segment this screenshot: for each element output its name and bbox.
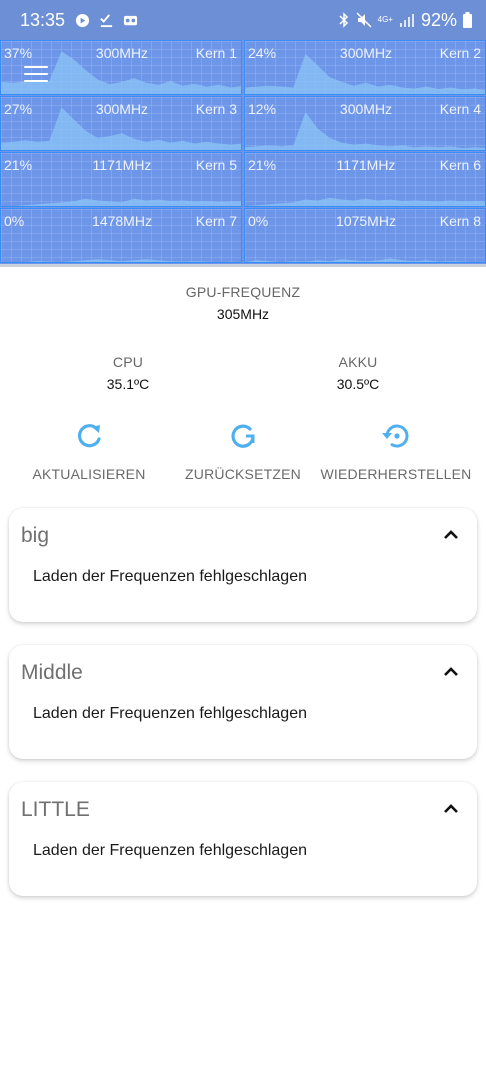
cpu-temperature-label: CPU [112,354,144,370]
refresh-button[interactable]: AKTUALISIEREN [9,420,169,482]
restore-icon [382,424,409,448]
battery-icon [463,12,472,28]
status-time: 13:35 [20,9,66,30]
menu-icon[interactable] [24,66,48,86]
cpu-temperature: CPU 35.1ºC [58,354,198,392]
core-tile-6: 21% 1171MHz Kern 6 [244,152,486,207]
core-usage-area [246,197,485,206]
mute-icon [356,12,372,28]
chevron-up-icon[interactable] [443,802,459,814]
core-tile-3: 27% 300MHz Kern 3 [0,96,242,151]
chevron-up-icon[interactable] [443,528,459,540]
reset-label: ZURÜCKSETZEN [185,466,301,482]
core-usage-area [26,259,241,262]
reset-button[interactable]: ZURÜCKSETZEN [163,420,323,482]
reset-icon [231,424,255,448]
battery-temperature-label: AKKU [338,354,378,370]
restore-button[interactable]: WIEDERHERSTELLEN [316,420,476,482]
network-type: 4G+ [377,15,393,24]
core-name: Kern 4 [439,101,481,117]
cluster-card-little: LITTLE Laden der Frequenzen fehlgeschlag… [9,782,477,896]
cluster-card-middle: Middle Laden der Frequenzen fehlgeschlag… [9,645,477,759]
youtube-icon [75,13,90,27]
checkmark-download-icon [100,13,113,27]
voicemail-icon [123,15,138,25]
refresh-label: AKTUALISIEREN [32,466,146,482]
battery-temperature-value: 30.5ºC [336,376,380,392]
core-tile-2: 24% 300MHz Kern 2 [244,40,486,95]
core-usage-area [14,198,241,206]
core-name: Kern 5 [195,157,237,173]
core-usage-area [245,112,485,150]
cluster-title: LITTLE [21,798,90,821]
gpu-frequency: GPU-FREQUENZ 305MHz [0,284,486,322]
core-tile-7: 0% 1478MHz Kern 7 [0,208,242,263]
panel-shadow [0,264,486,267]
core-name: Kern 7 [195,213,237,229]
cluster-card-big: big Laden der Frequenzen fehlgeschlagen [9,508,477,622]
cluster-title: big [21,524,50,547]
bluetooth-icon [339,12,348,28]
cpu-temperature-value: 35.1ºC [106,376,150,392]
refresh-icon [77,424,101,448]
cpu-cores-panel: 0% 1075MHz Kern 8 0% 1478MHz Kern 7 21% 1171MHz… [0,40,486,267]
core-name: Kern 3 [195,101,237,117]
core-name: Kern 1 [195,45,237,61]
core-tile-8: 0% 1075MHz Kern 8 [244,208,486,263]
status-bar: 13:35 4G+ 92% [0,0,486,40]
battery-temperature: AKKU 30.5ºC [288,354,428,392]
signal-icon [399,14,414,27]
core-name: Kern 6 [439,157,481,173]
restore-label: WIEDERHERSTELLEN [320,466,472,482]
cluster-message: Laden der Frequenzen fehlgeschlagen [33,568,307,585]
core-name: Kern 2 [439,45,481,61]
core-tile-5: 21% 1171MHz Kern 5 [0,152,242,207]
gpu-frequency-value: 305MHz [216,306,270,322]
cluster-message: Laden der Frequenzen fehlgeschlagen [33,705,307,722]
battery-percentage: 92% [420,9,457,30]
cluster-message: Laden der Frequenzen fehlgeschlagen [33,842,307,859]
chevron-up-icon[interactable] [443,665,459,677]
cluster-title: Middle [21,661,83,684]
core-usage-area [245,258,485,262]
gpu-frequency-label: GPU-FREQUENZ [185,284,301,300]
core-tile-4: 12% 300MHz Kern 4 [244,96,486,151]
core-name: Kern 8 [439,213,481,229]
